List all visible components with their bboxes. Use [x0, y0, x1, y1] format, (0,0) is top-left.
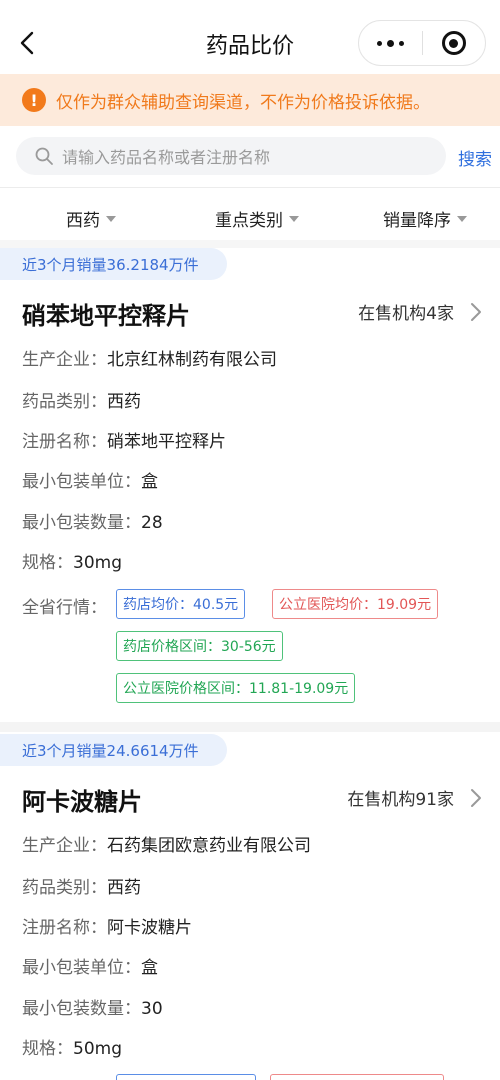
hospital-avg-tag [270, 1074, 444, 1080]
filter-key-category[interactable]: 重点类别 [215, 206, 299, 231]
drug-card[interactable]: 近3个月销量24.6614万件 阿卡波糖片 在售机构91家 生产企业：石药集团欧… [0, 734, 500, 1080]
hospital-range-tag: 公立医院价格区间：11.81-19.09元 [116, 673, 356, 703]
min-qty-row: 最小包装数量：30 [22, 999, 163, 1019]
min-qty-row: 最小包装数量：28 [22, 513, 163, 533]
category-row: 药品类别：西药 [22, 878, 141, 898]
min-unit-row: 最小包装单位：盒 [22, 472, 158, 492]
category-row: 药品类别：西药 [22, 392, 141, 412]
caret-down-icon [457, 215, 467, 222]
sales-volume-badge: 近3个月销量24.6614万件 [0, 734, 227, 766]
sales-volume-badge: 近3个月销量36.2184万件 [0, 248, 227, 280]
outlets-link[interactable]: 在售机构91家 [347, 785, 482, 810]
market-label: 全省行情： [22, 598, 107, 618]
divider [0, 187, 500, 188]
drug-name: 阿卡波糖片 [22, 788, 142, 816]
spec-row: 规格：30mg [22, 553, 122, 573]
pharmacy-range-tag: 药店价格区间：30-56元 [116, 631, 283, 661]
outlets-link[interactable]: 在售机构4家 [358, 299, 482, 324]
registered-name-row: 注册名称：硝苯地平控释片 [22, 432, 226, 452]
search-button[interactable]: 搜索 [458, 145, 492, 170]
search-input[interactable]: 请输入药品名称或者注册名称 [16, 137, 446, 175]
drug-card[interactable]: 近3个月销量36.2184万件 硝苯地平控释片 在售机构4家 生产企业：北京红林… [0, 248, 500, 722]
registered-name-row: 注册名称：阿卡波糖片 [22, 918, 192, 938]
card-divider [0, 722, 500, 732]
drug-name: 硝苯地平控释片 [22, 302, 190, 330]
close-miniprogram-button[interactable] [423, 21, 485, 65]
manufacturer-row: 生产企业：北京红林制药有限公司 [22, 350, 277, 370]
manufacturer-row: 生产企业：石药集团欧意药业有限公司 [22, 836, 311, 856]
chevron-right-icon [471, 302, 481, 321]
pharmacy-avg-tag: 药店均价：40.5元 [116, 589, 246, 619]
notice-bar: ! 仅作为群众辅助查询渠道，不作为价格投诉依据。 [0, 74, 500, 126]
notice-text: 仅作为群众辅助查询渠道，不作为价格投诉依据。 [56, 92, 430, 113]
spec-row: 规格：50mg [22, 1039, 122, 1059]
search-icon [35, 147, 53, 165]
warning-icon: ! [22, 88, 46, 112]
pharmacy-avg-tag [116, 1074, 256, 1080]
caret-down-icon [289, 215, 299, 222]
filter-drug-type[interactable]: 西药 [66, 206, 116, 231]
miniprogram-capsule [358, 20, 486, 66]
search-placeholder: 请输入药品名称或者注册名称 [62, 148, 271, 167]
caret-down-icon [106, 215, 116, 222]
min-unit-row: 最小包装单位：盒 [22, 958, 158, 978]
hospital-avg-tag: 公立医院均价：19.09元 [272, 589, 439, 619]
more-dots-icon [377, 40, 382, 46]
miniprogram-close-icon [441, 31, 466, 55]
filter-sort-sales[interactable]: 销量降序 [383, 206, 467, 231]
chevron-right-icon [471, 788, 481, 807]
section-gap [0, 240, 500, 248]
more-button[interactable] [359, 21, 422, 65]
